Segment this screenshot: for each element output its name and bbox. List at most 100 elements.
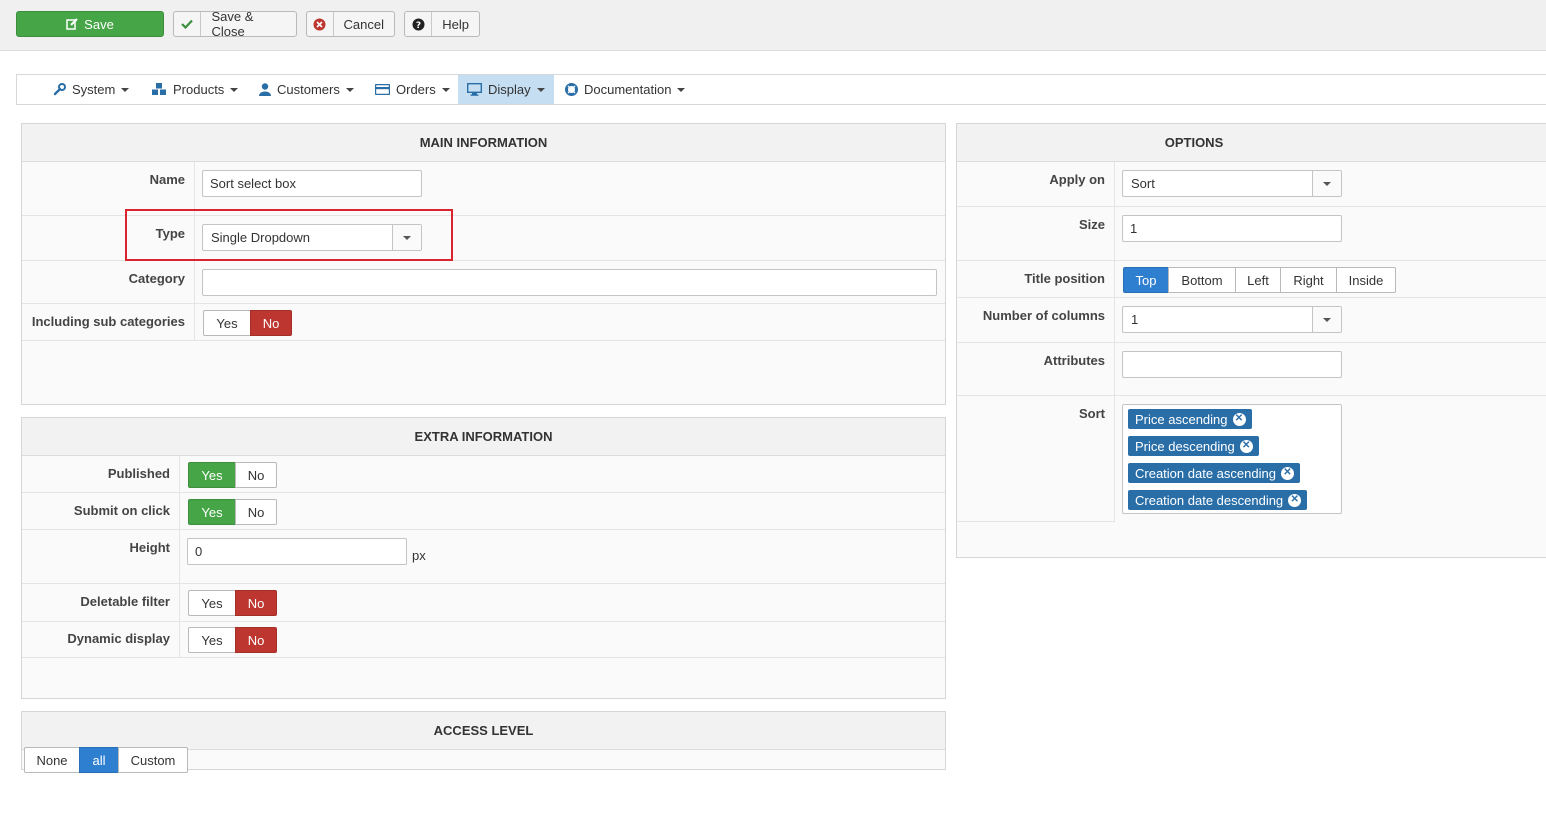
sort-tag: Creation date ascending ✕ — [1128, 463, 1300, 483]
title-position-top-button[interactable]: Top — [1123, 267, 1169, 293]
deletable-no-button[interactable]: No — [235, 590, 277, 616]
cancel-button[interactable]: Cancel — [306, 11, 395, 37]
submit-label: Submit on click — [73, 503, 170, 518]
menu-customers[interactable]: Customers — [259, 75, 369, 104]
attributes-label: Attributes — [1043, 353, 1105, 368]
size-label: Size — [1078, 217, 1105, 232]
apply-select[interactable]: Sort — [1122, 170, 1342, 197]
apply-select-value: Sort — [1131, 176, 1155, 191]
columns-label: Number of columns — [982, 308, 1105, 323]
menu-orders[interactable]: Orders — [375, 75, 453, 104]
help-button[interactable]: ? Help — [404, 11, 480, 37]
caret-icon — [121, 87, 130, 92]
height-unit: px — [412, 548, 426, 563]
access-level-panel: ACCESS LEVEL None all Custom — [21, 711, 946, 773]
extra-information-title: EXTRA INFORMATION — [22, 418, 945, 456]
menu-display-label: Display — [488, 82, 531, 97]
label-divider — [1114, 162, 1115, 522]
access-level-title: ACCESS LEVEL — [22, 712, 945, 750]
apply-label: Apply on — [1049, 172, 1105, 187]
submit-no-button[interactable]: No — [235, 499, 277, 525]
main-menu: System Products Customers Orders Display… — [16, 74, 1546, 105]
caret-icon — [677, 87, 686, 92]
deletable-label: Deletable filter — [80, 594, 170, 609]
columns-select-value: 1 — [1131, 312, 1139, 327]
save-close-button[interactable]: Save & Close — [173, 9, 297, 39]
attributes-input[interactable] — [1122, 351, 1342, 378]
size-input[interactable]: 1 — [1122, 215, 1342, 242]
sort-tag: Price descending ✕ — [1128, 436, 1259, 456]
published-label: Published — [107, 466, 170, 481]
sort-tag-label: Price descending — [1135, 438, 1235, 454]
help-label: Help — [442, 16, 469, 32]
sort-multiselect[interactable]: Price ascending ✕ Price descending ✕ Creat… — [1122, 404, 1342, 514]
cancel-label: Cancel — [343, 16, 384, 32]
published-no-button[interactable]: No — [235, 462, 277, 488]
category-input[interactable] — [202, 269, 937, 296]
sort-tag-label: Creation date descending — [1135, 492, 1284, 508]
title-position-inside-button[interactable]: Inside — [1336, 267, 1396, 293]
name-input[interactable]: Sort select box — [202, 170, 422, 197]
deletable-yes-button[interactable]: Yes — [188, 590, 236, 616]
remove-tag-icon[interactable]: ✕ — [1288, 493, 1302, 507]
title-position-left-button[interactable]: Left — [1235, 267, 1281, 293]
menu-orders-label: Orders — [396, 82, 436, 97]
menu-system[interactable]: System — [53, 75, 143, 104]
menu-documentation-label: Documentation — [584, 82, 672, 97]
options-title: OPTIONS — [957, 124, 1546, 162]
monitor-icon — [467, 83, 482, 96]
main-information-title: MAIN INFORMATION — [22, 124, 945, 162]
main-information-panel: MAIN INFORMATION Name Sort select box Ty… — [21, 123, 946, 405]
menu-products-label: Products — [173, 82, 225, 97]
svg-text:?: ? — [416, 21, 421, 31]
name-row — [22, 162, 945, 216]
subcat-no-button[interactable]: No — [250, 310, 292, 336]
access-custom-button[interactable]: Custom — [118, 747, 188, 773]
dynamic-label: Dynamic display — [67, 631, 170, 646]
published-yes-button[interactable]: Yes — [188, 462, 236, 488]
dynamic-yes-button[interactable]: Yes — [188, 627, 236, 653]
category-label: Category — [128, 271, 185, 286]
user-icon — [259, 83, 271, 96]
save-button[interactable]: Save — [16, 11, 164, 37]
height-row — [22, 530, 945, 584]
cancel-icon — [307, 12, 334, 36]
remove-tag-icon[interactable]: ✕ — [1239, 439, 1253, 453]
edit-icon — [66, 12, 78, 36]
remove-tag-icon[interactable]: ✕ — [1280, 466, 1294, 480]
menu-display[interactable]: Display — [458, 75, 554, 104]
menu-system-label: System — [72, 82, 116, 97]
dynamic-toggle: Yes No — [188, 627, 277, 653]
menu-products[interactable]: Products — [152, 75, 248, 104]
subcat-label: Including sub categories — [31, 314, 185, 329]
lifebuoy-icon — [565, 83, 578, 96]
sort-tag-label: Creation date ascending — [1135, 465, 1276, 481]
remove-tag-icon[interactable]: ✕ — [1232, 412, 1246, 426]
extra-information-panel: EXTRA INFORMATION Published Yes No Submi… — [21, 417, 946, 699]
caret-icon — [230, 87, 239, 92]
height-input[interactable]: 0 — [187, 538, 407, 565]
access-none-button[interactable]: None — [24, 747, 80, 773]
title-position-toggle: Top Bottom Left Right Inside — [1123, 267, 1396, 293]
dynamic-no-button[interactable]: No — [235, 627, 277, 653]
subcat-yes-button[interactable]: Yes — [203, 310, 251, 336]
title-position-right-button[interactable]: Right — [1280, 267, 1337, 293]
menu-documentation[interactable]: Documentation — [565, 75, 691, 104]
submit-yes-button[interactable]: Yes — [188, 499, 236, 525]
access-all-button[interactable]: all — [79, 747, 119, 773]
cubes-icon — [152, 83, 167, 96]
menu-customers-label: Customers — [277, 82, 340, 97]
sort-tag: Price ascending ✕ — [1128, 409, 1252, 429]
name-label: Name — [149, 172, 185, 187]
columns-select[interactable]: 1 — [1122, 306, 1342, 333]
title-position-bottom-button[interactable]: Bottom — [1168, 267, 1236, 293]
question-icon: ? — [405, 12, 433, 36]
check-icon — [174, 12, 202, 36]
chevron-down-icon — [1312, 171, 1341, 196]
options-panel: OPTIONS Apply on Sort Size 1 Title posit… — [956, 123, 1546, 558]
wrench-icon — [53, 83, 66, 96]
caret-icon — [536, 87, 545, 92]
label-divider — [179, 456, 180, 657]
save-label: Save — [84, 16, 114, 32]
caret-icon — [441, 87, 450, 92]
